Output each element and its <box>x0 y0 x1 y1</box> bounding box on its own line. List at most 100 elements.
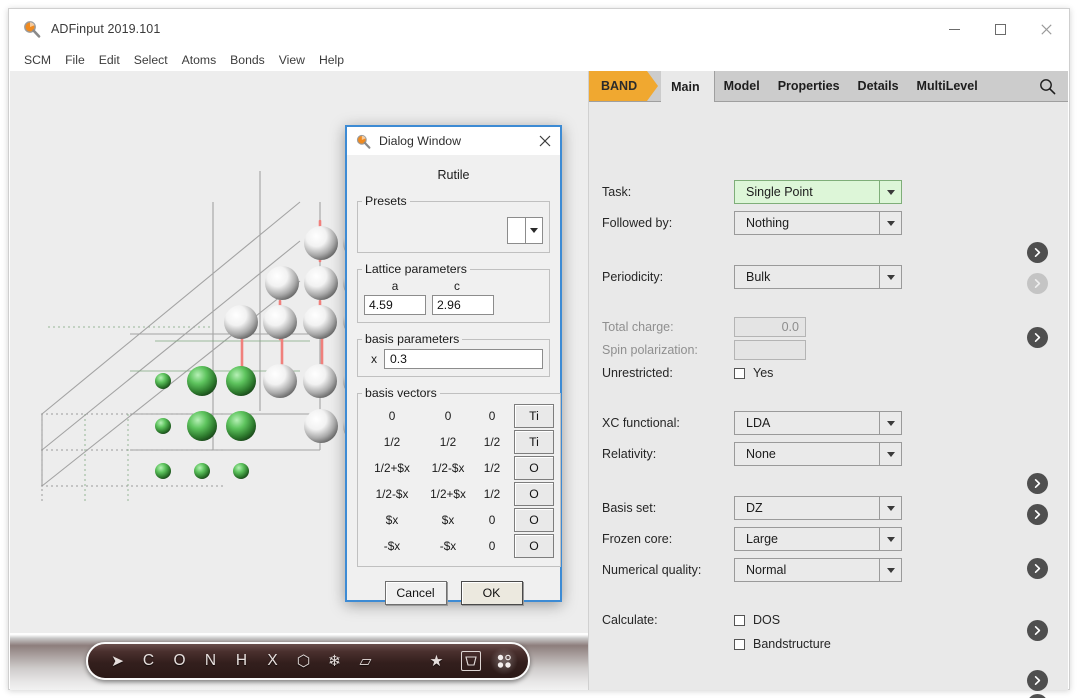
dialog-body: Rutile Presets Lattice parameters a c <box>347 168 560 605</box>
frozen-core-select[interactable]: Large <box>734 527 902 551</box>
menu-file[interactable]: File <box>65 51 93 69</box>
menu-view[interactable]: View <box>279 51 313 69</box>
bandstructure-checkbox[interactable] <box>734 639 745 650</box>
minimize-button[interactable] <box>931 9 977 49</box>
window-controls <box>931 9 1069 49</box>
dos-checkbox[interactable] <box>734 615 745 626</box>
numerical-quality-select[interactable]: Normal <box>734 558 902 582</box>
lattice-a-input[interactable]: 4.59 <box>364 295 426 315</box>
field-spin-polarization: Spin polarization: <box>602 338 1068 362</box>
unrestricted-checkbox[interactable] <box>734 368 745 379</box>
basis-set-select[interactable]: DZ <box>734 496 902 520</box>
search-icon[interactable] <box>1026 71 1068 101</box>
periodic-lattice-icon <box>494 651 514 671</box>
cancel-button[interactable]: Cancel <box>385 581 447 605</box>
periodic-lattice-tool[interactable] <box>490 647 518 675</box>
bandstructure-checkbox-wrap[interactable]: Bandstructure <box>734 637 902 651</box>
unit-cell-view-tool[interactable] <box>461 651 481 671</box>
plane-slab-tool[interactable]: ▱ <box>350 645 381 677</box>
bv-y: 1/2-$x <box>420 461 476 475</box>
basis-vector-row: 1/2+$x 1/2-$x 1/2 O <box>364 455 554 481</box>
tool-strip: ➤ C O N H X ⬡ ❄ ▱ ★ <box>10 633 590 690</box>
chevron-down-icon[interactable] <box>879 559 901 581</box>
dos-help-button[interactable] <box>1027 670 1048 691</box>
tab-main[interactable]: Main <box>661 71 714 102</box>
chevron-down-icon[interactable] <box>879 212 901 234</box>
panel-body: Task: Single Point Followed by: Nothing <box>589 102 1068 690</box>
unit-cell-icon <box>464 654 478 668</box>
spin-polarization-input[interactable] <box>734 340 806 360</box>
bv-element-button[interactable]: O <box>514 534 554 558</box>
xc-functional-select[interactable]: LDA <box>734 411 902 435</box>
bv-x: 1/2+$x <box>364 461 420 475</box>
tab-properties[interactable]: Properties <box>769 71 849 101</box>
xc-functional-value: LDA <box>735 416 770 430</box>
chevron-down-icon[interactable] <box>879 412 901 434</box>
ring-benzene-tool[interactable]: ⬡ <box>288 645 319 677</box>
relativity-select[interactable]: None <box>734 442 902 466</box>
task-help-button[interactable] <box>1027 242 1048 263</box>
periodicity-value: Bulk <box>735 270 770 284</box>
lattice-inputs: 4.59 2.96 <box>364 295 543 315</box>
xc-functional-help-button[interactable] <box>1027 473 1048 494</box>
task-select[interactable]: Single Point <box>734 180 902 204</box>
basis-vectors-legend: basis vectors <box>362 386 440 400</box>
tab-model[interactable]: Model <box>715 71 769 101</box>
unrestricted-checkbox-wrap[interactable]: Yes <box>734 366 902 380</box>
crystal-snowflake-tool[interactable]: ❄ <box>319 645 350 677</box>
select-arrow-tool[interactable]: ➤ <box>102 645 133 677</box>
favorites-tool[interactable]: ★ <box>421 645 452 677</box>
frozen-core-label: Frozen core: <box>602 532 734 546</box>
menu-scm[interactable]: SCM <box>24 51 59 69</box>
bandstructure-help-button[interactable] <box>1027 694 1048 698</box>
bv-z: 0 <box>476 539 508 553</box>
menu-help[interactable]: Help <box>319 51 352 69</box>
bv-element-button[interactable]: O <box>514 508 554 532</box>
menu-bonds[interactable]: Bonds <box>230 51 273 69</box>
basis-parameters-group: basis parameters x 0.3 <box>357 332 550 377</box>
chevron-down-icon[interactable] <box>879 528 901 550</box>
magnifier-icon <box>356 134 371 149</box>
tab-details[interactable]: Details <box>849 71 908 101</box>
chevron-down-icon[interactable] <box>879 181 901 203</box>
chevron-down-icon[interactable] <box>879 497 901 519</box>
carbon-tool[interactable]: C <box>133 645 164 677</box>
menu-atoms[interactable]: Atoms <box>182 51 225 69</box>
chevron-down-icon[interactable] <box>525 218 542 243</box>
bv-element-button[interactable]: Ti <box>514 404 554 428</box>
presets-select[interactable] <box>507 217 543 244</box>
ok-button[interactable]: OK <box>461 581 523 605</box>
dos-checkbox-wrap[interactable]: DOS <box>734 613 902 627</box>
maximize-button[interactable] <box>977 9 1023 49</box>
tab-multilevel[interactable]: MultiLevel <box>908 71 987 101</box>
periodicity-label: Periodicity: <box>602 270 734 284</box>
bv-y: 0 <box>420 409 476 423</box>
basis-parameter-x-input[interactable]: 0.3 <box>384 349 543 369</box>
bv-element-button[interactable]: O <box>514 482 554 506</box>
menu-select[interactable]: Select <box>134 51 176 69</box>
nitrogen-tool[interactable]: N <box>195 645 226 677</box>
total-charge-input[interactable]: 0.0 <box>734 317 806 337</box>
menu-bar: SCM File Edit Select Atoms Bonds View He… <box>9 49 1069 71</box>
bv-z: 0 <box>476 409 508 423</box>
bv-element-button[interactable]: O <box>514 456 554 480</box>
field-frozen-core: Frozen core: Large <box>602 527 1068 551</box>
total-charge-label: Total charge: <box>602 320 734 334</box>
followed-by-select[interactable]: Nothing <box>734 211 902 235</box>
oxygen-tool[interactable]: O <box>164 645 195 677</box>
element-picker-tool[interactable]: X <box>257 645 288 677</box>
close-button[interactable] <box>1023 9 1069 49</box>
bv-element-button[interactable]: Ti <box>514 430 554 454</box>
periodicity-select[interactable]: Bulk <box>734 265 902 289</box>
tab-bar-spacer <box>987 71 1026 101</box>
hydrogen-tool[interactable]: H <box>226 645 257 677</box>
field-calculate-dos: Calculate: DOS <box>602 608 1068 632</box>
bv-z: 1/2 <box>476 461 508 475</box>
lattice-c-input[interactable]: 2.96 <box>432 295 494 315</box>
dialog-close-button[interactable] <box>530 127 560 155</box>
field-task: Task: Single Point <box>602 180 1068 204</box>
chevron-down-icon[interactable] <box>879 266 901 288</box>
brand-tab-band[interactable]: BAND <box>589 71 647 101</box>
menu-edit[interactable]: Edit <box>99 51 128 69</box>
chevron-down-icon[interactable] <box>879 443 901 465</box>
